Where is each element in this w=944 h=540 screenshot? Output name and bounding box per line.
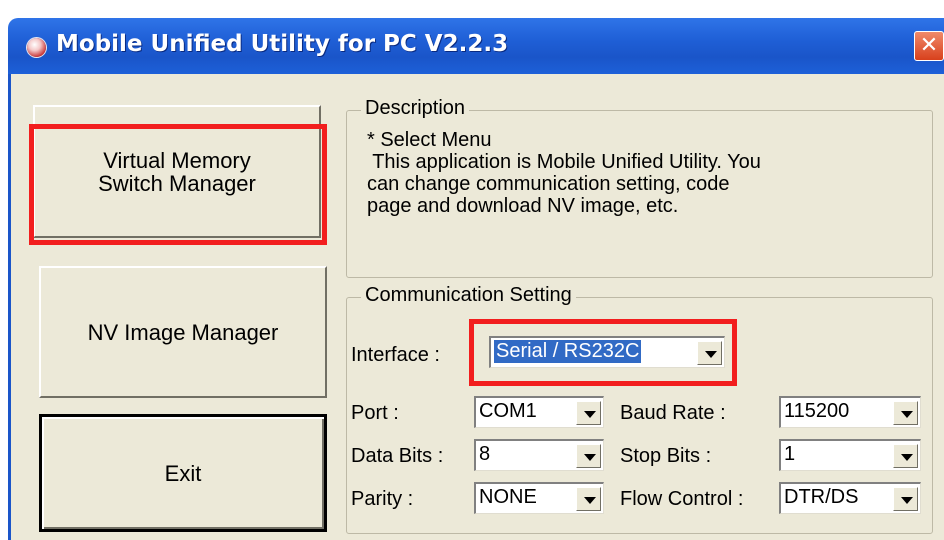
- parity-value: NONE: [479, 486, 537, 508]
- baud-rate-value: 115200: [784, 400, 850, 422]
- port-value: COM1: [479, 400, 537, 422]
- exit-label: Exit: [164, 460, 202, 486]
- exit-button[interactable]: Exit: [39, 414, 327, 532]
- port-select[interactable]: COM1: [474, 396, 604, 428]
- parity-label: Parity :: [351, 488, 414, 510]
- dropdown-arrow-icon[interactable]: [893, 401, 918, 425]
- data-bits-label: Data Bits :: [351, 445, 444, 467]
- communication-setting-legend: Communication Setting: [361, 284, 576, 307]
- close-icon: ✕: [919, 33, 939, 58]
- stop-bits-label: Stop Bits :: [620, 445, 712, 467]
- stop-bits-value: 1: [784, 443, 796, 465]
- interface-label: Interface :: [351, 344, 440, 366]
- description-legend: Description: [361, 97, 470, 120]
- app-window: Mobile Unified Utility for PC V2.2.3 ✕ V…: [8, 18, 944, 540]
- stop-bits-select[interactable]: 1: [779, 439, 921, 471]
- flow-control-select[interactable]: DTR/DS: [779, 482, 921, 514]
- flow-control-value: DTR/DS: [784, 486, 859, 508]
- highlight-box-interface: [469, 319, 737, 386]
- dropdown-arrow-icon[interactable]: [893, 487, 918, 511]
- window-title: Mobile Unified Utility for PC V2.2.3: [56, 31, 509, 57]
- flow-control-label: Flow Control :: [620, 488, 744, 510]
- dropdown-arrow-icon[interactable]: [576, 401, 601, 425]
- baud-rate-label: Baud Rate :: [620, 402, 726, 424]
- nv-image-manager-button[interactable]: NV Image Manager: [39, 266, 327, 398]
- app-icon[interactable]: [27, 38, 46, 57]
- dropdown-arrow-icon[interactable]: [576, 444, 601, 468]
- dropdown-arrow-icon[interactable]: [576, 487, 601, 511]
- parity-select[interactable]: NONE: [474, 482, 604, 514]
- nv-image-manager-label: NV Image Manager: [87, 319, 279, 345]
- baud-rate-select[interactable]: 115200: [779, 396, 921, 428]
- port-label: Port :: [351, 402, 399, 424]
- description-group: Description * Select Menu This applicati…: [346, 97, 933, 278]
- title-bar[interactable]: Mobile Unified Utility for PC V2.2.3 ✕: [8, 18, 944, 74]
- client-area: Virtual Memory Switch Manager NV Image M…: [8, 74, 944, 540]
- dropdown-arrow-icon[interactable]: [893, 444, 918, 468]
- description-text: * Select Menu This application is Mobile…: [367, 129, 761, 217]
- data-bits-value: 8: [479, 443, 491, 465]
- data-bits-select[interactable]: 8: [474, 439, 604, 471]
- highlight-box-virtual-memory: [29, 124, 327, 245]
- close-button[interactable]: ✕: [914, 31, 944, 61]
